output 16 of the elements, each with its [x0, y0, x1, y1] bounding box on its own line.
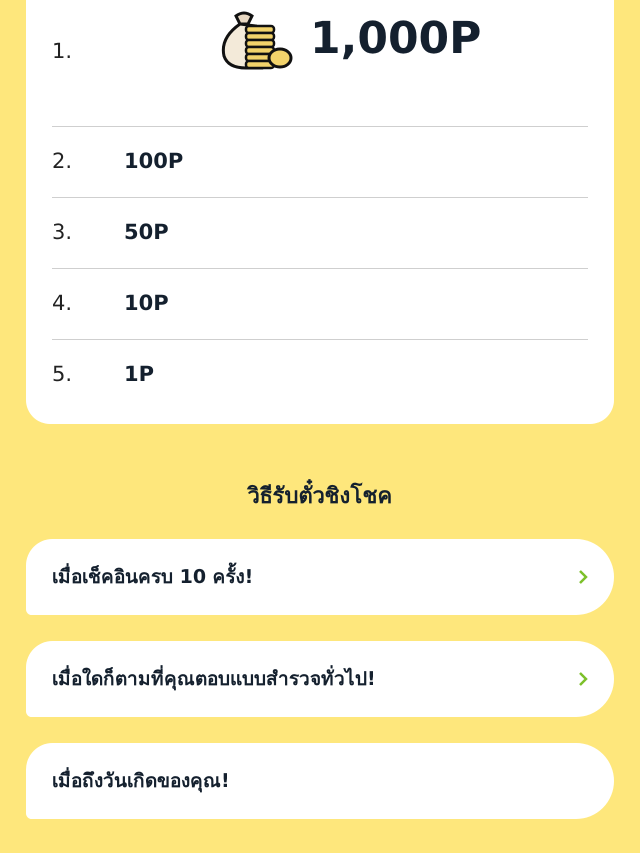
chevron-icon: [578, 569, 588, 585]
prize-amount: 50P: [124, 219, 169, 246]
prize-amount: 100P: [124, 148, 184, 176]
prize-amount: 10P: [124, 290, 169, 318]
rank-number: 5.: [52, 361, 74, 388]
method-item[interactable]: เมื่อเช็คอินครบ 10 ครั้ง!: [26, 539, 614, 615]
chevron-icon: [578, 671, 588, 687]
rank-number: 2.: [52, 148, 74, 176]
prize-amount: 1P: [124, 361, 154, 388]
prize-amount: 1,000P: [310, 12, 482, 66]
method-item[interactable]: เมื่อใดก็ตามที่คุณตอบแบบสำรวจทั่วไป!: [26, 641, 614, 717]
rank-number: 3.: [52, 219, 74, 246]
method-item: เมื่อถึงวันเกิดของคุณ!: [26, 743, 614, 819]
section-title: วิธีรับตั๋วชิงโชค: [0, 480, 640, 513]
rank-number: 4.: [52, 290, 74, 318]
rank-number: 1.: [52, 38, 74, 65]
